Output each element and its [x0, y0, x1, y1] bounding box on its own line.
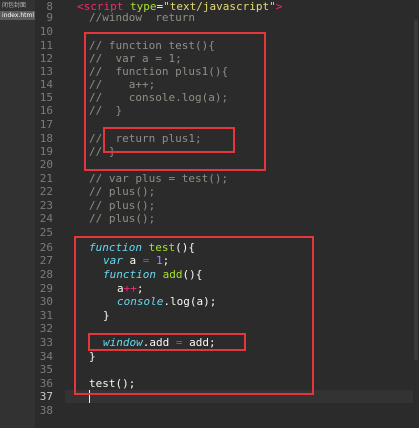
code-line-24: // plus();: [89, 212, 156, 225]
line-number: 10: [39, 25, 53, 38]
line-number: 13: [39, 65, 53, 78]
line-number: 11: [39, 39, 53, 52]
sidebar-item-closure-cover[interactable]: 闭包封面: [0, 1, 35, 10]
line-number: 27: [39, 254, 53, 267]
code-line-21: // var plus = test();: [89, 172, 229, 185]
line-number: 38: [39, 404, 53, 417]
line-number: 35: [39, 363, 53, 376]
code-line-22: // plus();: [89, 185, 156, 198]
line-number: 22: [39, 185, 53, 198]
code-editor[interactable]: <script type="text/javascript"> //window…: [65, 0, 419, 428]
scrollbar-thumb[interactable]: [414, 20, 418, 360]
highlight-box-return-plus1: [103, 127, 235, 153]
highlight-box-test-function: [74, 236, 314, 395]
line-number: 34: [39, 350, 53, 363]
line-number: 19: [39, 145, 53, 158]
line-number: 15: [39, 91, 53, 104]
line-number: 36: [39, 377, 53, 390]
line-number-gutter: 8 9 10 11 12 13 14 15 16 17 18 19 20 21 22 23 24 25 26 27 28…: [35, 0, 65, 428]
line-number: 14: [39, 78, 53, 91]
line-number: 29: [39, 282, 53, 295]
line-number: 21: [39, 172, 53, 185]
sidebar-item-index-html[interactable]: index.html: [0, 11, 35, 20]
line-number: 17: [39, 118, 53, 131]
line-number: 16: [39, 104, 53, 117]
line-number: 24: [39, 212, 53, 225]
line-number: 26: [39, 241, 53, 254]
line-number: 23: [39, 199, 53, 212]
line-number: 28: [39, 268, 53, 281]
line-number: 18: [39, 132, 53, 145]
line-number: 12: [39, 52, 53, 65]
line-number: 20: [39, 158, 53, 171]
line-number: 31: [39, 309, 53, 322]
highlight-box-window-add: [88, 333, 246, 351]
file-sidebar: 闭包封面 index.html: [0, 0, 36, 428]
line-number: 33: [39, 336, 53, 349]
editor-scrollbar[interactable]: [413, 0, 419, 428]
line-number: 9: [46, 11, 53, 24]
code-line-23: // plus();: [89, 199, 156, 212]
line-number: 25: [39, 226, 53, 239]
line-number: 32: [39, 322, 53, 335]
code-line-9: //window return: [89, 11, 195, 24]
line-number: 30: [39, 295, 53, 308]
line-number: 37: [39, 390, 53, 403]
